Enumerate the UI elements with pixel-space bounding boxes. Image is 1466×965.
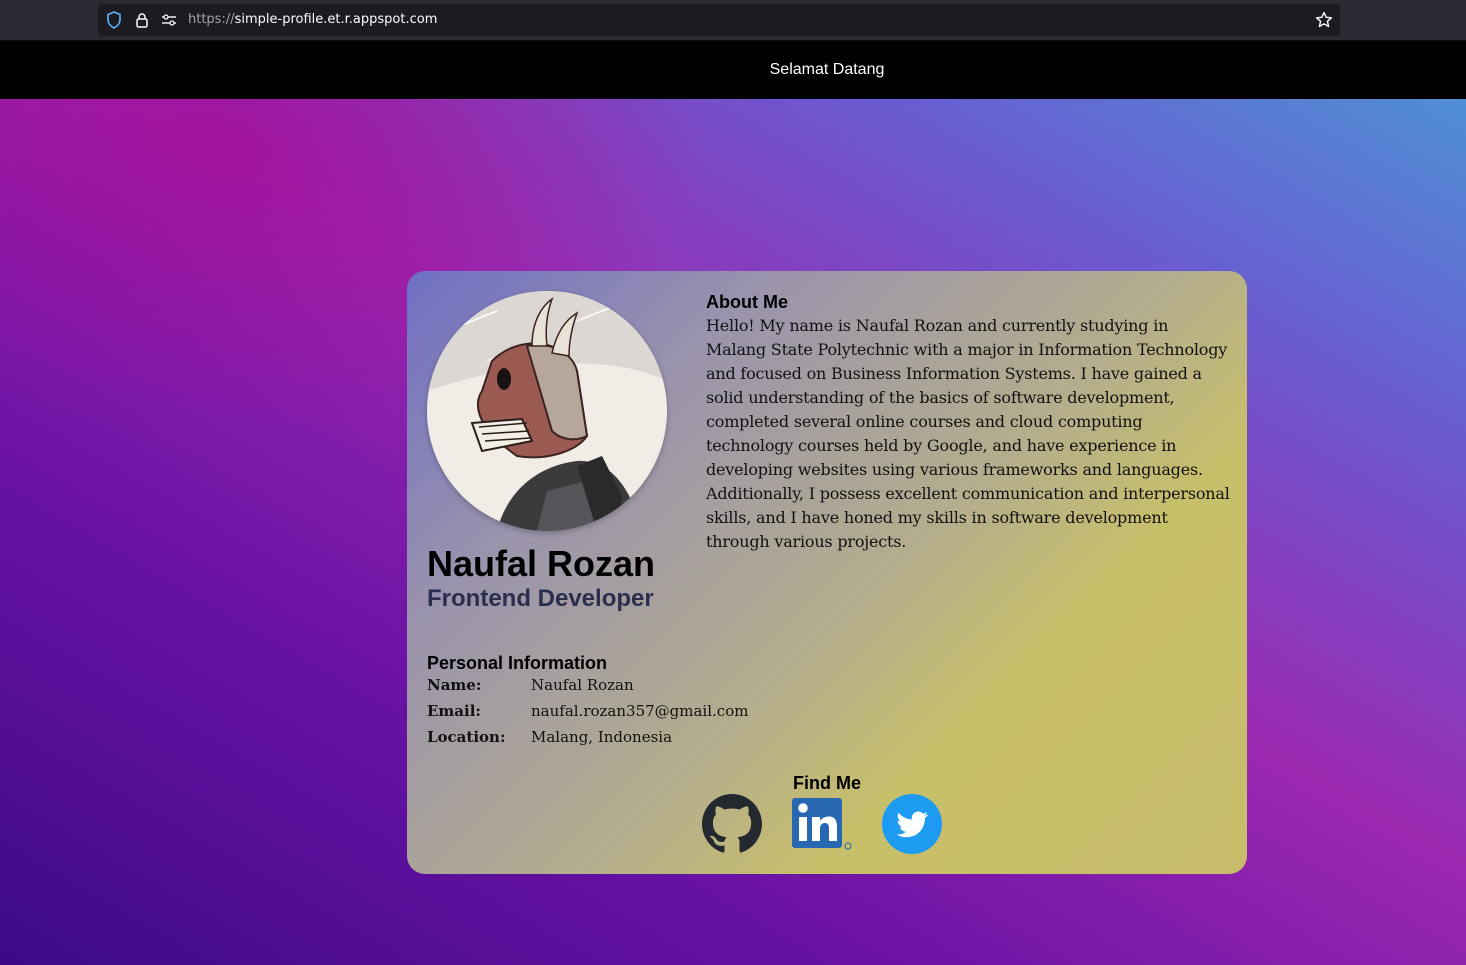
github-link[interactable] [701, 793, 763, 855]
personal-info-value: Malang, Indonesia [531, 728, 673, 746]
url-host: simple-profile.et.r.appspot.com [234, 12, 438, 27]
site-settings-icon[interactable] [160, 11, 178, 29]
github-icon [702, 794, 762, 853]
lock-icon[interactable] [133, 11, 151, 29]
personal-info-label: Email: [427, 702, 481, 720]
browser-toolbar: https://simple-profile.et.r.appspot.com [0, 0, 1466, 41]
personal-info-label: Location: [427, 728, 506, 746]
personal-info-row: Email: naufal.rozan357@gmail.com [427, 702, 748, 728]
bookmark-star-icon[interactable] [1315, 11, 1333, 29]
about-text: Hello! My name is Naufal Rozan and curre… [706, 316, 1230, 551]
header-title: Selamat Datang [769, 61, 885, 78]
linkedin-link[interactable] [791, 793, 853, 855]
twitter-link[interactable] [881, 793, 943, 855]
address-bar[interactable]: https://simple-profile.et.r.appspot.com [98, 4, 1340, 36]
avatar [427, 291, 667, 531]
profile-card: Naufal Rozan Frontend Developer About Me… [407, 271, 1247, 874]
site-header: Selamat Datang [0, 41, 1466, 99]
about-title: About Me [706, 292, 788, 312]
personal-info-value: Naufal Rozan [531, 676, 634, 694]
profile-role: Frontend Developer [427, 585, 654, 612]
personal-info-title: Personal Information [427, 653, 608, 673]
personal-info-label: Name: [427, 676, 482, 694]
twitter-icon [882, 794, 942, 854]
linkedin-icon [792, 798, 852, 850]
url-scheme: https:// [188, 12, 235, 27]
personal-info-row: Name: Naufal Rozan [427, 676, 634, 702]
personal-info-row: Location: Malang, Indonesia [427, 728, 672, 754]
personal-info-value: naufal.rozan357@gmail.com [531, 702, 749, 720]
shield-icon[interactable] [105, 11, 123, 29]
profile-name: Naufal Rozan [427, 543, 656, 584]
find-me-title: Find Me [793, 773, 861, 793]
url-text[interactable]: https://simple-profile.et.r.appspot.com [188, 4, 437, 36]
